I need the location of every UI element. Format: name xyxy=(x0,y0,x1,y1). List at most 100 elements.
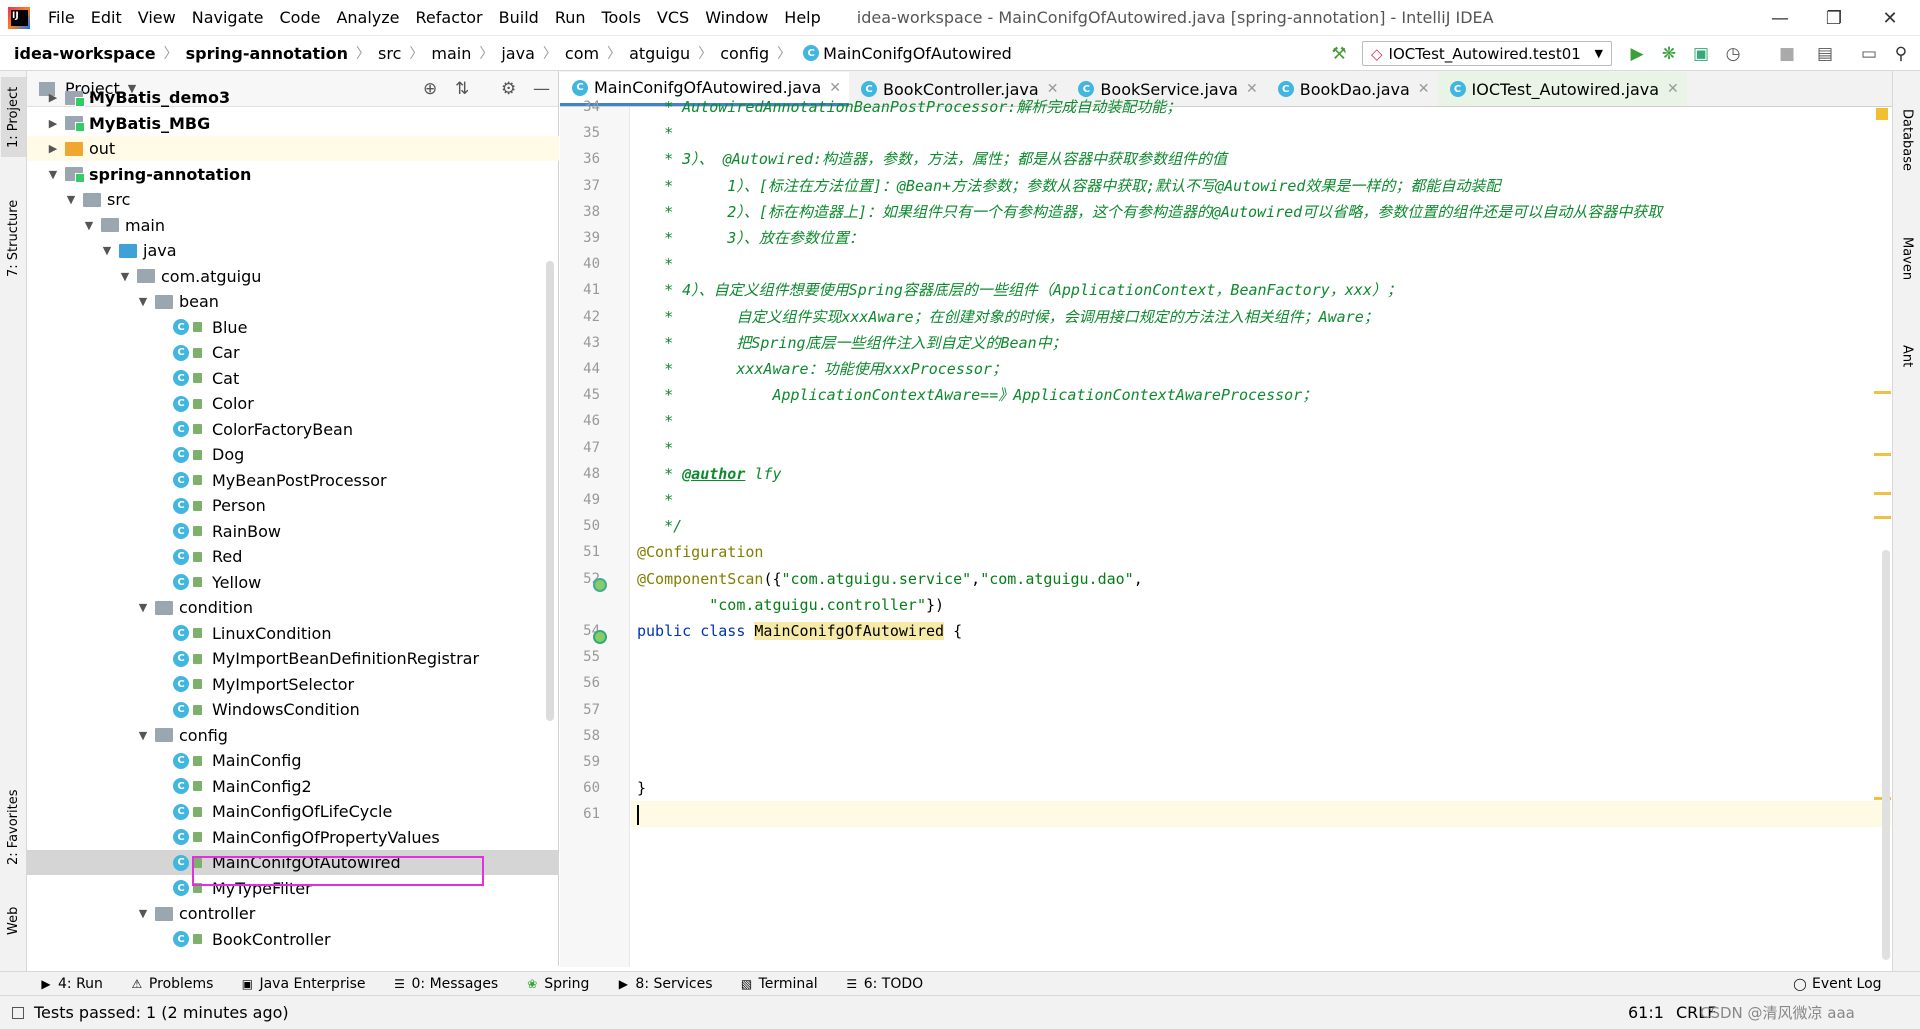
expand-arrow-icon[interactable]: ▼ xyxy=(63,193,79,206)
close-icon[interactable]: ✕ xyxy=(1862,0,1918,36)
code-line[interactable]: * 自定义组件实现xxxAware；在创建对象的时候，会调用接口规定的方法注入相… xyxy=(637,304,1379,330)
tool-todo[interactable]: ☰ 6: TODO xyxy=(832,976,937,992)
tree-item[interactable]: C Blue xyxy=(27,315,559,340)
menu-build[interactable]: Build xyxy=(491,0,547,36)
run-icon[interactable]: ▶ xyxy=(1626,43,1648,65)
tree-item[interactable]: ▶ MyBatis_demo3 xyxy=(27,85,559,110)
spring-bean-gutter-icon[interactable] xyxy=(593,578,607,592)
error-stripe-mark[interactable] xyxy=(1874,516,1891,519)
tree-item[interactable]: ▼ bean xyxy=(27,289,559,314)
caret-position[interactable]: 61:1 xyxy=(1628,1003,1664,1022)
tool-tab-web[interactable]: Web xyxy=(1,901,26,941)
tool-tab-project[interactable]: 1: Project xyxy=(1,77,26,157)
code-line[interactable]: * 3）、 @Autowired:构造器，参数，方法，属性；都是从容器中获取参数… xyxy=(637,146,1227,172)
code-line[interactable]: * xyxy=(637,251,673,277)
tree-item[interactable]: ▼ java xyxy=(27,238,559,263)
tree-item[interactable]: C Color xyxy=(27,391,559,416)
status-message[interactable]: Tests passed: 1 (2 minutes ago) xyxy=(34,1003,289,1022)
close-icon[interactable]: ✕ xyxy=(1246,81,1258,97)
breadcrumb-item[interactable]: java xyxy=(497,44,539,63)
error-stripe-mark[interactable] xyxy=(1874,492,1891,495)
code-line[interactable]: * xyxy=(637,435,673,461)
expand-arrow-icon[interactable]: ▼ xyxy=(99,244,115,257)
editor-tab[interactable]: C BookDao.java ✕ xyxy=(1266,72,1438,106)
tree-item[interactable]: ▼ controller xyxy=(27,901,559,926)
code-line[interactable]: * xyxy=(637,408,673,434)
expand-arrow-icon[interactable]: ▼ xyxy=(135,295,151,308)
menu-file[interactable]: File xyxy=(40,0,83,36)
error-stripe-mark[interactable] xyxy=(1874,453,1891,456)
close-icon[interactable]: ✕ xyxy=(1418,81,1430,97)
code-line[interactable]: * 把Spring底层一些组件注入到自定义的Bean中； xyxy=(637,330,1067,356)
debug-icon[interactable]: ❋ xyxy=(1658,43,1680,65)
tree-item[interactable]: C MyImportBeanDefinitionRegistrar xyxy=(27,646,559,671)
breadcrumb-item[interactable]: idea-workspace xyxy=(10,44,160,63)
close-icon[interactable]: ✕ xyxy=(1667,81,1679,97)
collapse-arrow-icon[interactable]: ▶ xyxy=(45,142,61,155)
breadcrumb-item[interactable]: atguigu xyxy=(625,44,694,63)
tree-item[interactable]: ▼ condition xyxy=(27,595,559,620)
tree-item[interactable]: C Red xyxy=(27,544,559,569)
layout-icon[interactable]: ▭ xyxy=(1858,43,1880,65)
menu-analyze[interactable]: Analyze xyxy=(328,0,407,36)
tree-item[interactable]: C Dog xyxy=(27,442,559,467)
menu-code[interactable]: Code xyxy=(272,0,329,36)
code-line[interactable]: * 3）、放在参数位置： xyxy=(637,225,864,251)
code-line[interactable]: * xyxy=(637,120,673,146)
project-structure-icon[interactable]: ▤ xyxy=(1814,43,1836,65)
code-line[interactable]: * 2）、[标在构造器上]：如果组件只有一个有参构造器，这个有参构造器的@Aut… xyxy=(637,199,1662,225)
tool-tab-maven[interactable]: Maven xyxy=(1895,209,1919,309)
tool-tab-favorites[interactable]: 2: Favorites xyxy=(1,777,26,877)
breadcrumb-item[interactable]: src xyxy=(374,44,405,63)
tool-problems[interactable]: ⚠ Problems xyxy=(117,976,228,992)
breadcrumb-item[interactable]: com xyxy=(561,44,603,63)
tree-item[interactable]: C Cat xyxy=(27,366,559,391)
tool-run[interactable]: ▶ 4: Run xyxy=(0,976,117,992)
warning-indicator-icon[interactable] xyxy=(1876,108,1888,120)
tool-tab-database[interactable]: Database xyxy=(1895,85,1919,195)
menu-vcs[interactable]: VCS xyxy=(649,0,697,36)
tree-item[interactable]: ▼ config xyxy=(27,723,559,748)
spring-config-gutter-icon[interactable] xyxy=(593,630,607,644)
stop-icon[interactable]: ■ xyxy=(1776,43,1798,65)
code-line[interactable]: public class MainConifgOfAutowired { xyxy=(637,618,962,644)
code-line[interactable]: * xxxAware：功能使用xxxProcessor； xyxy=(637,356,1007,382)
code-line[interactable]: * ApplicationContextAware==》ApplicationC… xyxy=(637,382,1317,408)
status-toggle-icon[interactable] xyxy=(12,1006,24,1019)
code-line[interactable]: * 4）、自定义组件想要使用Spring容器底层的一些组件（Applicatio… xyxy=(637,277,1402,303)
search-icon[interactable]: ⚲ xyxy=(1890,43,1912,65)
tree-item[interactable]: ▼ spring-annotation xyxy=(27,162,559,187)
breadcrumb-item[interactable]: C MainConifgOfAutowired xyxy=(795,44,1016,63)
tree-item[interactable]: ▶ MyBatis_MBG xyxy=(27,111,559,136)
menu-run[interactable]: Run xyxy=(547,0,594,36)
tree-item[interactable]: C LinuxCondition xyxy=(27,621,559,646)
tree-item[interactable]: C ColorFactoryBean xyxy=(27,417,559,442)
restore-icon[interactable]: ❐ xyxy=(1806,0,1862,36)
menu-window[interactable]: Window xyxy=(697,0,776,36)
breadcrumb-item[interactable]: config xyxy=(716,44,773,63)
tree-scrollbar[interactable] xyxy=(546,261,554,721)
tree-item[interactable]: ▼ main xyxy=(27,213,559,238)
menu-edit[interactable]: Edit xyxy=(83,0,130,36)
code-line[interactable]: * 1）、[标注在方法位置]：@Bean+方法参数；参数从容器中获取;默认不写@… xyxy=(637,173,1500,199)
expand-arrow-icon[interactable]: ▼ xyxy=(81,219,97,232)
expand-arrow-icon[interactable]: ▼ xyxy=(135,601,151,614)
tree-item[interactable]: C Person xyxy=(27,493,559,518)
tree-item[interactable]: C MyBeanPostProcessor xyxy=(27,468,559,493)
menu-refactor[interactable]: Refactor xyxy=(408,0,491,36)
tree-item[interactable]: C MainConfigOfLifeCycle xyxy=(27,799,559,824)
tool-java-enterprise[interactable]: ▣ Java Enterprise xyxy=(227,976,379,992)
expand-arrow-icon[interactable]: ▼ xyxy=(117,270,133,283)
tool-services[interactable]: ▶ 8: Services xyxy=(603,976,726,992)
tool-tab-structure[interactable]: 7: Structure xyxy=(1,183,26,293)
breadcrumb-item[interactable]: spring-annotation xyxy=(182,44,352,63)
hammer-icon[interactable]: ⚒ xyxy=(1328,43,1350,65)
tree-item[interactable]: C BookController xyxy=(27,927,559,952)
tree-item[interactable]: C Yellow xyxy=(27,570,559,595)
code-line[interactable]: "com.atguigu.controller"}) xyxy=(637,592,944,618)
menu-view[interactable]: View xyxy=(130,0,184,36)
tree-item[interactable]: C RainBow xyxy=(27,519,559,544)
editor-scrollbar[interactable] xyxy=(1882,550,1890,960)
code-line[interactable]: @Configuration xyxy=(637,539,763,565)
code-line[interactable]: } xyxy=(637,775,646,801)
